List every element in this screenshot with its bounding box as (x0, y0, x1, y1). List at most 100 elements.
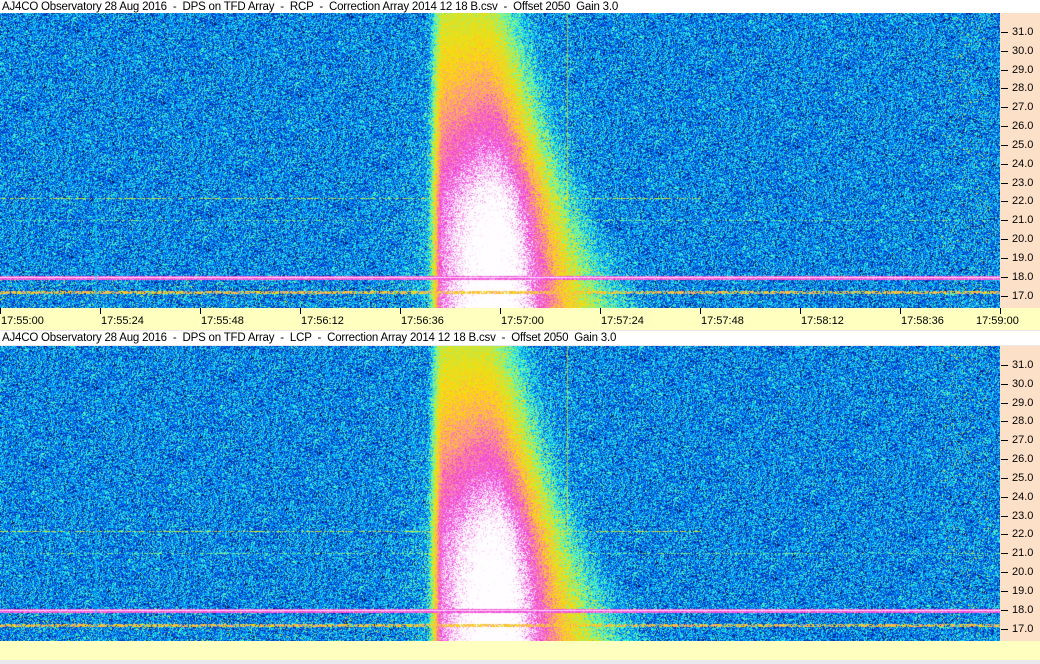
freq-tick-label: 28.0 (1012, 415, 1034, 428)
freq-tick-label: 27.0 (1012, 434, 1034, 447)
freq-tick-label: 24.0 (1012, 157, 1034, 170)
spectrogram-rcp[interactable] (0, 13, 1000, 308)
tick-mark (400, 308, 401, 314)
freq-tick-label: 30.0 (1012, 44, 1034, 57)
tick-mark (1001, 609, 1008, 611)
tick-mark (1001, 239, 1008, 241)
freq-tick-label: 29.0 (1012, 63, 1034, 76)
time-tick-label: 17:55:24 (101, 315, 144, 327)
freq-tick: 31.0 (1000, 26, 1040, 38)
freq-tick: 17.0 (1000, 290, 1040, 302)
freq-tick-label: 20.0 (1012, 233, 1034, 246)
tick-mark (1001, 553, 1008, 555)
freq-tick-label: 23.0 (1012, 176, 1034, 189)
time-tick-label: 17:55:00 (1, 315, 44, 327)
tick-mark (1001, 201, 1008, 203)
time-tick-label: 17:58:12 (801, 315, 844, 327)
freq-tick-label: 29.0 (1012, 396, 1034, 409)
freq-tick: 18.0 (1000, 604, 1040, 616)
freq-tick-label: 21.0 (1012, 214, 1034, 227)
time-tick-label: 17:56:12 (301, 315, 344, 327)
panel-title-lcp: AJ4CO Observatory 28 Aug 2016 - DPS on T… (0, 331, 1040, 345)
freq-tick: 23.0 (1000, 177, 1040, 189)
tick-mark (100, 308, 101, 314)
freq-tick: 31.0 (1000, 359, 1040, 371)
freq-tick: 19.0 (1000, 585, 1040, 597)
freq-tick: 23.0 (1000, 510, 1040, 522)
freq-tick: 22.0 (1000, 195, 1040, 207)
freq-tick: 27.0 (1000, 101, 1040, 113)
freq-tick: 28.0 (1000, 82, 1040, 94)
freq-tick: 17.0 (1000, 623, 1040, 635)
tick-mark (1001, 163, 1008, 165)
tick-mark (1001, 591, 1008, 593)
tick-mark (1000, 308, 1001, 314)
freq-tick-label: 19.0 (1012, 585, 1034, 598)
freq-tick-label: 17.0 (1012, 289, 1034, 302)
tick-mark (1001, 477, 1008, 479)
tick-mark (600, 308, 601, 314)
freq-tick: 26.0 (1000, 453, 1040, 465)
time-axis-bottom (0, 641, 1040, 660)
time-axis: 17:55:00 17:55:24 17:55:48 17:56:12 17:56:36… (0, 308, 1040, 330)
frequency-axis-rcp: 31.0 30.0 29.0 28.0 27.0 26.0 25.0 24.0 23.0 22.0… (1000, 13, 1040, 308)
freq-tick: 25.0 (1000, 139, 1040, 151)
freq-tick: 18.0 (1000, 271, 1040, 283)
tick-mark (1001, 31, 1008, 33)
freq-tick: 21.0 (1000, 214, 1040, 226)
freq-tick-label: 30.0 (1012, 377, 1034, 390)
freq-tick-label: 17.0 (1012, 622, 1034, 635)
frequency-axis-lcp: 31.0 30.0 29.0 28.0 27.0 26.0 25.0 24.0 23.0 22.0… (1000, 346, 1040, 641)
tick-mark (1001, 628, 1008, 630)
tick-mark (1001, 258, 1008, 260)
freq-tick-label: 22.0 (1012, 195, 1034, 208)
freq-tick-label: 18.0 (1012, 603, 1034, 616)
time-tick-label: 17:57:00 (501, 315, 544, 327)
freq-tick-label: 25.0 (1012, 138, 1034, 151)
tick-mark (500, 308, 501, 314)
freq-tick: 27.0 (1000, 434, 1040, 446)
tick-mark (1001, 572, 1008, 574)
tick-mark (0, 308, 1, 314)
freq-tick-label: 19.0 (1012, 252, 1034, 265)
freq-tick: 25.0 (1000, 472, 1040, 484)
freq-tick: 24.0 (1000, 158, 1040, 170)
time-tick-label: 17:59:00 (976, 315, 1019, 327)
time-tick-label: 17:57:48 (701, 315, 744, 327)
spectrogram-lcp[interactable] (0, 346, 1000, 641)
tick-mark (1001, 402, 1008, 404)
tick-mark (1001, 50, 1008, 52)
freq-tick-label: 27.0 (1012, 101, 1034, 114)
tick-mark (1001, 496, 1008, 498)
freq-tick-label: 31.0 (1012, 358, 1034, 371)
tick-mark (900, 308, 901, 314)
time-tick-label: 17:55:48 (201, 315, 244, 327)
time-tick-label: 17:56:36 (401, 315, 444, 327)
freq-tick: 22.0 (1000, 528, 1040, 540)
tick-mark (1001, 534, 1008, 536)
time-tick-label: 17:57:24 (601, 315, 644, 327)
freq-tick-label: 24.0 (1012, 490, 1034, 503)
freq-tick: 29.0 (1000, 64, 1040, 76)
freq-tick-label: 18.0 (1012, 270, 1034, 283)
tick-mark (1001, 182, 1008, 184)
freq-tick-label: 26.0 (1012, 120, 1034, 133)
tick-mark (1001, 144, 1008, 146)
tick-mark (1001, 69, 1008, 71)
tick-mark (1001, 515, 1008, 517)
tick-mark (1001, 276, 1008, 278)
freq-tick: 21.0 (1000, 547, 1040, 559)
freq-tick: 20.0 (1000, 233, 1040, 245)
freq-tick-label: 22.0 (1012, 528, 1034, 541)
freq-tick: 28.0 (1000, 415, 1040, 427)
tick-mark (1001, 88, 1008, 90)
tick-mark (1001, 126, 1008, 128)
freq-tick-label: 20.0 (1012, 566, 1034, 579)
freq-tick-label: 28.0 (1012, 82, 1034, 95)
tick-mark (200, 308, 201, 314)
freq-tick-label: 23.0 (1012, 509, 1034, 522)
freq-tick-label: 21.0 (1012, 547, 1034, 560)
tick-mark (1001, 364, 1008, 366)
freq-tick: 26.0 (1000, 120, 1040, 132)
freq-tick: 30.0 (1000, 378, 1040, 390)
